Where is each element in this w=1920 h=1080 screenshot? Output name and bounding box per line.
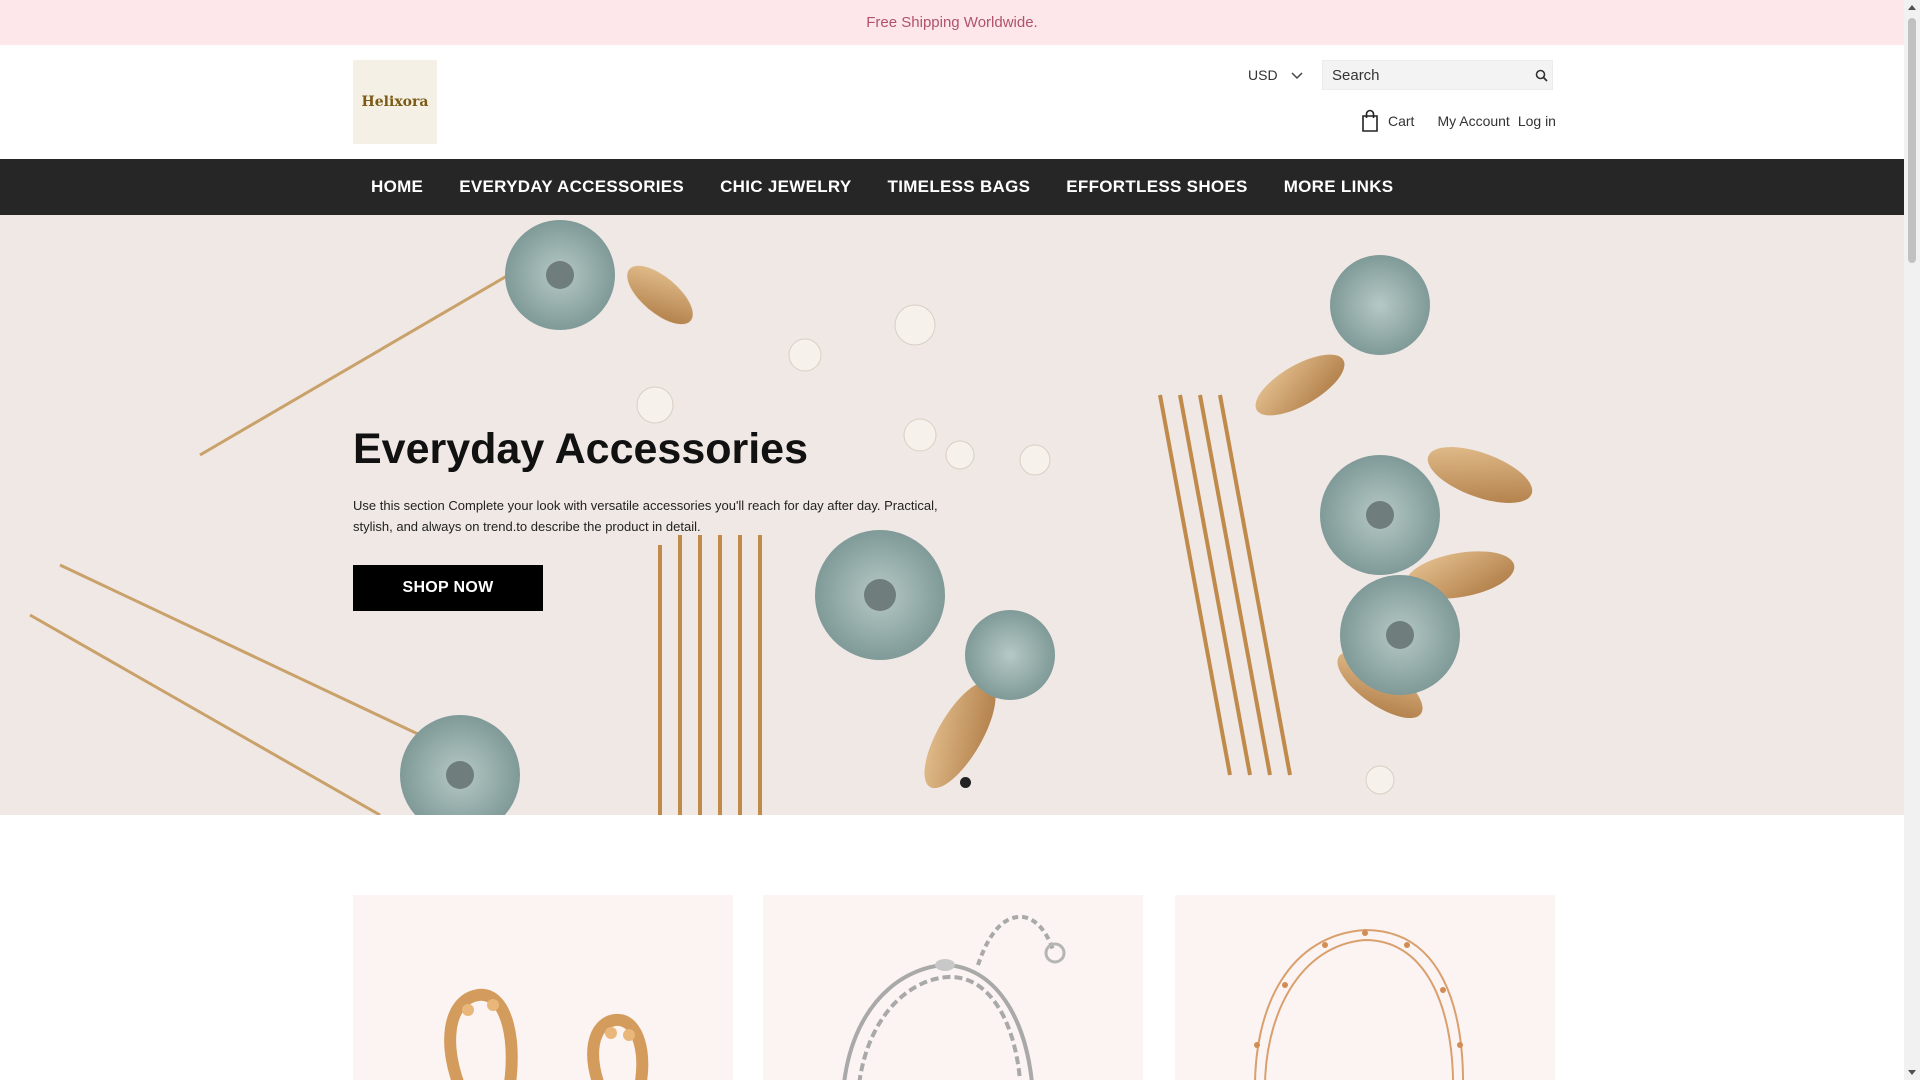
page-scrollbar[interactable] <box>1904 0 1920 1080</box>
hero-banner: Everyday Accessories Use this section Co… <box>0 215 1904 815</box>
search-box <box>1322 60 1553 90</box>
nav-item-home[interactable]: HOME <box>353 177 441 197</box>
slideshow-dots <box>960 777 971 788</box>
cart-label: Cart <box>1388 113 1415 129</box>
hero-description: Use this section Complete your look with… <box>353 498 938 534</box>
login-link[interactable]: Log in <box>1518 113 1556 129</box>
currency-value: USD <box>1248 67 1278 83</box>
nav-item-chic-jewelry[interactable]: CHIC JEWELRY <box>702 177 869 197</box>
announcement-bar: Free Shipping Worldwide. <box>0 0 1904 45</box>
gold-bead-bracelet-image <box>1254 928 1465 1080</box>
logo-text: Helixora <box>361 94 429 110</box>
site-header: Helixora USD Cart My Account Log in <box>0 45 1904 159</box>
store-logo[interactable]: Helixora <box>353 60 437 144</box>
scroll-down-arrow-icon[interactable] <box>1908 1070 1916 1075</box>
gold-hoop-earrings-image <box>444 988 649 1080</box>
nav-item-everyday-accessories[interactable]: EVERYDAY ACCESSORIES <box>441 177 702 197</box>
scrollbar-thumb[interactable] <box>1908 18 1916 263</box>
product-card[interactable] <box>1175 895 1555 1080</box>
search-input[interactable] <box>1323 66 1531 84</box>
search-icon[interactable] <box>1531 60 1552 90</box>
product-card[interactable] <box>763 895 1143 1080</box>
nav-item-more-links[interactable]: MORE LINKS <box>1266 177 1412 197</box>
nav-item-timeless-bags[interactable]: TIMELESS BAGS <box>870 177 1049 197</box>
product-grid <box>353 895 1555 1080</box>
chevron-down-icon <box>1291 72 1303 80</box>
product-card[interactable] <box>353 895 733 1080</box>
hero-title: Everyday Accessories <box>353 425 809 473</box>
slide-dot-active[interactable] <box>960 777 971 788</box>
my-account-link[interactable]: My Account <box>1437 113 1509 129</box>
nav-item-effortless-shoes[interactable]: EFFORTLESS SHOES <box>1048 177 1265 197</box>
main-navigation: HOME EVERYDAY ACCESSORIES CHIC JEWELRY T… <box>0 159 1904 215</box>
currency-selector[interactable]: USD <box>1248 63 1304 87</box>
shop-now-button[interactable]: SHOP NOW <box>353 565 543 611</box>
cart-link[interactable]: Cart <box>1360 109 1414 133</box>
silver-chain-bracelet-image <box>842 914 1066 1080</box>
announcement-text: Free Shipping Worldwide. <box>866 14 1038 31</box>
shopping-bag-icon <box>1362 109 1378 132</box>
scroll-up-arrow-icon[interactable] <box>1908 5 1916 10</box>
account-links: Cart My Account Log in <box>1360 108 1556 134</box>
